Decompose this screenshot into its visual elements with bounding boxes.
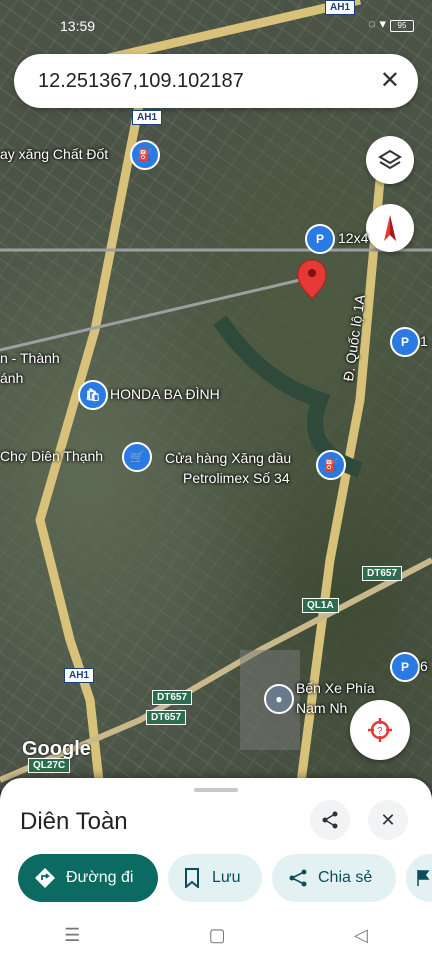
road-shield-dt657-c: DT657 (146, 710, 187, 725)
status-icons: ◌ ▾ (368, 16, 386, 31)
place-bottom-sheet[interactable]: Diên Toàn ✕ Đường đi Lưu Chia sẻ ☰ ▢ ◁ (0, 778, 432, 960)
location-target-icon: ? (368, 718, 392, 742)
gas-station-icon[interactable]: ⛽ (316, 450, 346, 480)
search-input[interactable]: 12.251367,109.102187 (38, 70, 244, 93)
share-button[interactable]: Chia sẻ (272, 854, 396, 902)
close-icon: ✕ (380, 809, 396, 830)
status-time: 13:59 (60, 18, 96, 34)
close-icon[interactable]: ✕ (380, 66, 400, 95)
map-label-ben-xe-line1[interactable]: Bến Xe Phía (296, 680, 375, 696)
share-icon-button[interactable] (310, 800, 350, 840)
bus-station-icon[interactable]: ● (264, 684, 294, 714)
directions-label: Đường đi (66, 869, 134, 886)
home-icon[interactable]: ▢ (209, 925, 226, 946)
sheet-drag-handle[interactable] (194, 788, 238, 792)
map-label-6[interactable]: 6 (420, 658, 428, 674)
road-shield-dt657-b: DT657 (152, 690, 193, 705)
map-label-honda[interactable]: HONDA BA ĐÌNH (110, 386, 220, 402)
map-label-anh[interactable]: ánh (0, 370, 23, 386)
parking-icon[interactable]: P (305, 224, 335, 254)
shopping-cart-icon[interactable]: 🛒 (122, 442, 152, 472)
compass-icon (384, 215, 396, 241)
save-label: Lưu (212, 869, 241, 886)
road-shield-ql1a: QL1A (302, 598, 339, 613)
map-label-ben-xe-line2[interactable]: Nam Nh (296, 700, 347, 716)
share-icon (322, 811, 338, 829)
road-shield-ah1-mid: AH1 (132, 110, 163, 125)
battery-icon: 95 (390, 20, 414, 32)
recent-apps-icon[interactable]: ☰ (64, 925, 80, 946)
map-label-petrol-chat-dot[interactable]: ay xăng Chất Đốt (0, 146, 108, 162)
parking-icon[interactable]: P (390, 652, 420, 682)
my-location-button[interactable]: ? (350, 700, 410, 760)
map-label-12x4[interactable]: 12x4 (338, 230, 368, 246)
share-label: Chia sẻ (318, 869, 373, 886)
save-button[interactable]: Lưu (168, 854, 262, 902)
location-pin-icon (297, 259, 327, 301)
road-shield-ah1-top: AH1 (325, 0, 356, 15)
back-icon[interactable]: ◁ (354, 925, 368, 946)
system-nav-bar: ☰ ▢ ◁ (0, 910, 432, 960)
search-bar[interactable]: 12.251367,109.102187 ✕ (14, 54, 418, 108)
map-view[interactable]: 13:59 ◌ ▾ 95 12.251367,109.102187 ✕ ? ⛽ … (0, 0, 432, 790)
directions-icon (35, 868, 55, 888)
more-chip[interactable] (406, 854, 432, 902)
layers-button[interactable] (366, 136, 414, 184)
road-shield-ah1-bot: AH1 (64, 668, 95, 683)
gas-station-icon[interactable]: ⛽ (130, 140, 160, 170)
layers-icon (378, 149, 402, 170)
status-bar: 13:59 ◌ ▾ 95 (0, 0, 432, 48)
share-icon (289, 869, 307, 887)
bookmark-icon (185, 868, 199, 888)
svg-text:?: ? (377, 726, 383, 737)
map-label-cho-dien-thanh[interactable]: Chợ Diên Thạnh (0, 448, 103, 464)
map-label-thanh[interactable]: n - Thành (0, 350, 60, 366)
road-shield-dt657-a: DT657 (362, 566, 403, 581)
shopping-bag-icon[interactable]: 🛍 (78, 380, 108, 410)
map-label-cua-hang-line2[interactable]: Petrolimex Số 34 (183, 470, 290, 486)
close-sheet-button[interactable]: ✕ (368, 800, 408, 840)
directions-button[interactable]: Đường đi (18, 854, 158, 902)
map-label-1[interactable]: 1 (420, 333, 428, 349)
flag-icon (417, 870, 430, 886)
compass-button[interactable] (366, 204, 414, 252)
place-title: Diên Toàn (20, 808, 128, 835)
map-label-cua-hang-line1[interactable]: Cửa hàng Xăng dầu (165, 450, 291, 466)
google-logo: Google (22, 738, 91, 760)
parking-icon[interactable]: P (390, 327, 420, 357)
